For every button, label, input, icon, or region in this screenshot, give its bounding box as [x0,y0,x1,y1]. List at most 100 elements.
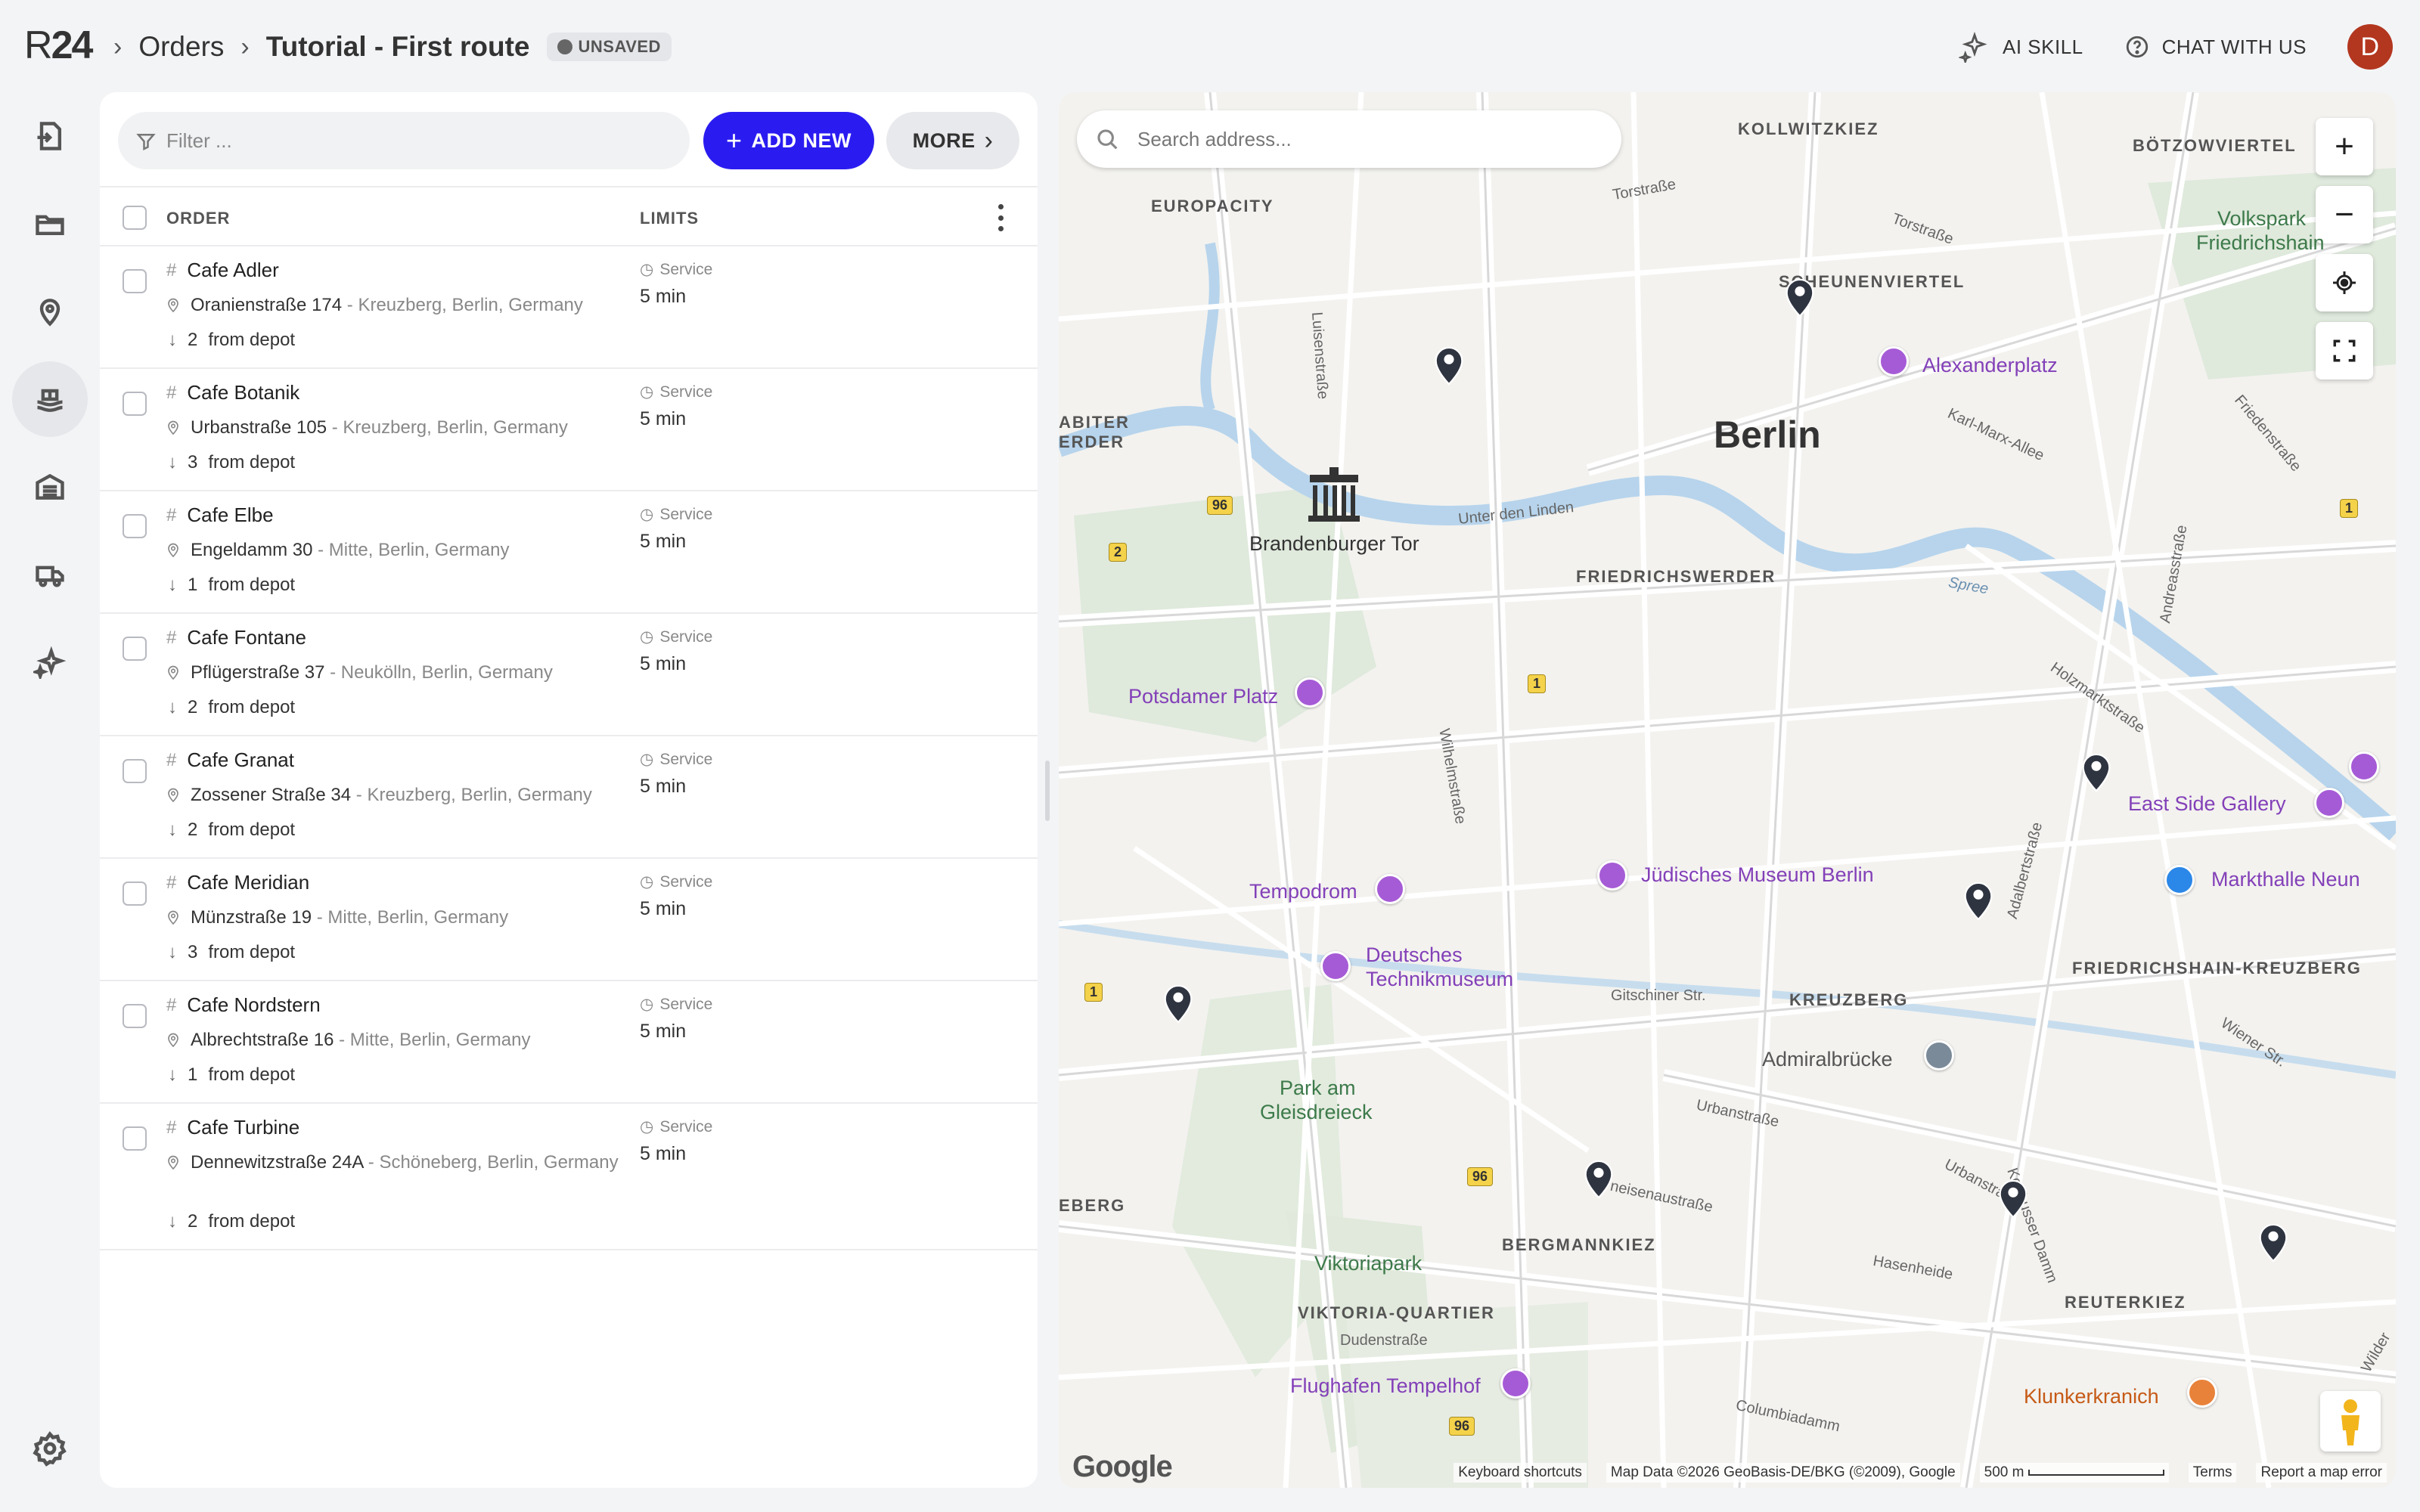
avatar[interactable]: D [2347,24,2393,70]
add-new-button[interactable]: + ADD NEW [703,112,874,169]
order-name[interactable]: Cafe Elbe [187,503,273,527]
order-name[interactable]: Cafe Botanik [187,381,299,404]
table-row[interactable]: # Cafe Nordstern Albrechtstraße 16 - Mitt… [100,981,1038,1104]
gear-icon [33,1431,67,1467]
report-map-error-link[interactable]: Report a map error [2256,1463,2387,1483]
table-row[interactable]: # Cafe Botanik Urbanstraße 105 - Kreuzber… [100,369,1038,491]
app-logo[interactable]: R24 [24,23,93,68]
filter-input[interactable]: Filter ... [118,112,690,169]
poi-klunkerkranich-icon[interactable] [2187,1377,2217,1408]
depot-index: 1 [188,1064,198,1085]
poi-juedisches-museum[interactable]: Jüdisches Museum Berlin [1641,863,1874,887]
table-row[interactable]: # Cafe Meridian Münzstraße 19 - Mitte, Be… [100,859,1038,981]
poi-markthalle-icon[interactable] [2164,865,2195,895]
poi-tempodrom[interactable]: Tempodrom [1249,880,1357,903]
poi-museum-icon[interactable] [2349,751,2379,782]
column-order[interactable]: ORDER [166,209,230,228]
poi-alexanderplatz-icon[interactable] [1879,346,1909,376]
nav-locations[interactable] [12,274,88,349]
hash-icon: # [166,259,177,280]
poi-alexanderplatz[interactable]: Alexanderplatz [1922,354,2058,377]
map-view[interactable]: Search address... + − Berlin KOLLWITZKIE… [1059,92,2396,1488]
nav-ai[interactable] [12,624,88,700]
depot-label: from depot [208,942,296,962]
keyboard-shortcuts-link[interactable]: Keyboard shortcuts [1454,1463,1587,1483]
row-checkbox[interactable] [123,269,147,293]
road-shield-1: 1 [1528,674,1547,693]
order-pin[interactable] [1584,1158,1614,1199]
more-button[interactable]: MORE › [886,112,1019,169]
order-name[interactable]: Cafe Fontane [187,626,306,649]
column-limits[interactable]: LIMITS [640,209,699,228]
table-row[interactable]: # Cafe Adler Oranienstraße 174 - Kreuzber… [100,246,1038,369]
row-checkbox[interactable] [123,1126,147,1151]
address-search-input[interactable]: Search address... [1077,110,1621,168]
poi-deutsches[interactable]: Deutsches [1366,943,1463,967]
clock-icon: ◷ [640,996,654,1013]
table-row[interactable]: # Cafe Fontane Pflügerstraße 37 - Neuköll… [100,614,1038,736]
terms-link[interactable]: Terms [2188,1463,2237,1483]
hash-icon: # [166,994,177,1015]
row-checkbox[interactable] [123,392,147,416]
order-pin[interactable] [1998,1178,2028,1219]
poi-technikmuseum-icon[interactable] [1320,951,1351,981]
poi-east-side-gallery[interactable]: East Side Gallery [2128,792,2286,816]
order-name[interactable]: Cafe Nordstern [187,993,320,1017]
poi-tempelhof-icon[interactable] [1500,1368,1531,1399]
poi-brandenburger-tor[interactable]: Brandenburger Tor [1249,532,1419,556]
order-area: - Mitte, Berlin, Germany [334,1030,531,1050]
service-value: 5 min [640,531,687,552]
row-checkbox[interactable] [123,881,147,906]
my-location-button[interactable] [2316,254,2373,311]
order-pin[interactable] [1963,880,1993,921]
poi-klunkerkranich[interactable]: Klunkerkranich [2024,1385,2159,1408]
poi-markthalle-neun[interactable]: Markthalle Neun [2211,868,2360,891]
zoom-in-button[interactable]: + [2316,118,2373,175]
order-pin[interactable] [1434,345,1464,386]
poi-tempodrom-icon[interactable] [1375,874,1405,904]
nav-folders[interactable] [12,186,88,262]
poi-flughafen-tempelhof[interactable]: Flughafen Tempelhof [1290,1374,1481,1398]
order-name[interactable]: Cafe Turbine [187,1116,299,1139]
order-pin[interactable] [1163,983,1193,1024]
table-row[interactable]: # Cafe Granat Zossener Straße 34 - Kreuzb… [100,736,1038,859]
nav-import[interactable] [12,98,88,174]
order-name[interactable]: Cafe Granat [187,748,294,772]
street-view-pegman[interactable] [2320,1391,2381,1452]
order-pin[interactable] [1785,277,1815,318]
select-all-checkbox[interactable] [123,206,147,230]
road-shield-96-far-south: 96 [1449,1417,1475,1436]
map-canvas[interactable] [1059,92,2396,1488]
nav-depots[interactable] [12,449,88,525]
order-pin[interactable] [2258,1222,2288,1263]
arrow-down-icon: ↓ [168,452,177,472]
column-options-icon[interactable] [998,204,1006,231]
row-checkbox[interactable] [123,759,147,783]
unsaved-icon [557,39,572,54]
arrow-down-icon: ↓ [168,697,177,717]
fullscreen-button[interactable] [2316,322,2373,380]
settings-button[interactable] [12,1411,88,1486]
poi-admiralbruecke[interactable]: Admiralbrücke [1762,1048,1893,1071]
poi-potsdamer-platz-icon[interactable] [1295,677,1325,708]
panel-resize-handle[interactable] [1045,761,1050,821]
ai-skill-button[interactable]: AI SKILL [1959,31,2083,63]
row-checkbox[interactable] [123,637,147,661]
row-checkbox[interactable] [123,514,147,538]
poi-juedisches-museum-icon[interactable] [1597,860,1627,891]
order-name[interactable]: Cafe Meridian [187,871,309,894]
row-checkbox[interactable] [123,1004,147,1028]
poi-east-side-gallery-icon[interactable] [2314,788,2344,818]
table-row[interactable]: # Cafe Elbe Engeldamm 30 - Mitte, Berlin,… [100,491,1038,614]
table-row[interactable]: # Cafe Turbine Dennewitzstraße 24A - Schö… [100,1104,1038,1250]
breadcrumb-orders[interactable]: Orders [138,31,224,63]
poi-admiralbruecke-icon[interactable] [1924,1040,1954,1070]
chat-button[interactable]: CHAT WITH US [2124,34,2307,60]
poi-technikmuseum[interactable]: Technikmuseum [1366,968,1513,991]
order-name[interactable]: Cafe Adler [187,259,278,282]
nav-vehicles[interactable] [12,537,88,612]
nav-orders[interactable] [12,361,88,437]
clock-icon: ◷ [640,261,654,278]
order-pin[interactable] [2081,751,2111,792]
poi-potsdamer-platz[interactable]: Potsdamer Platz [1128,685,1278,708]
